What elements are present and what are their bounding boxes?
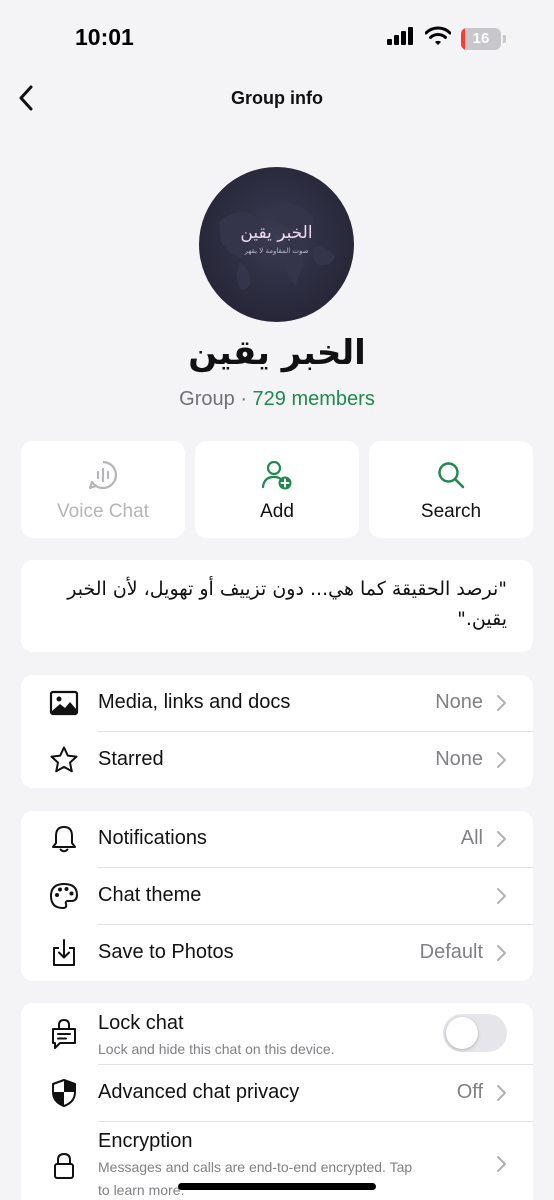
media-links-docs-row[interactable]: Media, links and docs None [21, 675, 533, 731]
battery-level: 16 [472, 30, 490, 47]
home-indicator [178, 1183, 376, 1190]
lock-chat-icon [49, 1018, 79, 1049]
status-icons: 16 [387, 26, 506, 51]
members-link[interactable]: 729 members [253, 388, 375, 410]
bell-icon [49, 824, 79, 854]
chevron-right-icon [497, 752, 506, 768]
lock-chat-label: Lock chat [98, 1012, 184, 1034]
chat-theme-row[interactable]: Chat theme [21, 868, 533, 924]
toggle-knob [446, 1017, 478, 1049]
settings-section: Notifications All Chat theme Save to Pho [21, 811, 533, 981]
add-label: Add [260, 501, 294, 522]
shield-icon [49, 1078, 79, 1108]
encryption-subtitle-line1: Messages and calls are end-to-end encryp… [98, 1159, 413, 1175]
group-name: الخبر يقين [188, 333, 366, 373]
chevron-right-icon [497, 1156, 506, 1172]
image-icon [49, 688, 79, 718]
group-meta: Group · 729 members [0, 388, 554, 411]
status-bar: 10:01 16 [0, 0, 554, 72]
notifications-label: Notifications [98, 827, 207, 849]
lock-chat-row: Lock chat Lock and hide this chat on thi… [21, 1003, 533, 1064]
add-person-icon [261, 460, 292, 490]
battery-body: 16 [461, 27, 501, 50]
lock-icon [49, 1151, 79, 1181]
privacy-section: Lock chat Lock and hide this chat on thi… [21, 1003, 533, 1200]
group-avatar[interactable]: الخبر يقين صوت المقاومة لا يقهر [199, 167, 354, 322]
battery-icon: 16 [461, 27, 506, 50]
notifications-value: All [460, 827, 483, 849]
voice-chat-icon [88, 460, 118, 490]
save-to-photos-row[interactable]: Save to Photos Default [21, 925, 533, 981]
voice-chat-label: Voice Chat [57, 501, 149, 522]
starred-row[interactable]: Starred None [21, 732, 533, 788]
battery-cap [503, 34, 506, 43]
palette-icon [49, 881, 79, 911]
download-icon [49, 938, 79, 968]
lock-chat-subtitle: Lock and hide this chat on this device. [98, 1041, 335, 1057]
media-links-docs-value: None [435, 691, 483, 713]
starred-label: Starred [98, 748, 164, 770]
status-time: 10:01 [75, 24, 134, 50]
chevron-right-icon [497, 945, 506, 961]
chevron-right-icon [497, 831, 506, 847]
search-button[interactable]: Search [369, 441, 533, 538]
add-button[interactable]: Add [195, 441, 359, 538]
group-type: Group [179, 388, 235, 410]
encryption-subtitle-line2: to learn more. [98, 1182, 185, 1198]
chevron-right-icon [497, 1085, 506, 1101]
notifications-row[interactable]: Notifications All [21, 811, 533, 867]
page-title: Group info [231, 88, 323, 108]
advanced-chat-privacy-value: Off [456, 1081, 483, 1103]
media-section: Media, links and docs None Starred None [21, 675, 533, 788]
nav-bar: Group info [0, 72, 554, 124]
avatar-logo-subtitle: صوت المقاومة لا يقهر [244, 247, 309, 255]
media-links-docs-label: Media, links and docs [98, 691, 291, 713]
advanced-chat-privacy-label: Advanced chat privacy [98, 1081, 300, 1103]
group-description[interactable]: "نرصد الحقيقة كما هي... دون تزييف أو تهو… [21, 560, 533, 652]
avatar-logo-text: الخبر يقين [240, 223, 313, 243]
save-to-photos-value: Default [419, 941, 483, 963]
chat-theme-label: Chat theme [98, 884, 202, 906]
chevron-right-icon [497, 695, 506, 711]
save-to-photos-label: Save to Photos [98, 941, 234, 963]
cellular-signal-icon [387, 27, 415, 50]
advanced-chat-privacy-row[interactable]: Advanced chat privacy Off [21, 1065, 533, 1121]
voice-chat-button[interactable]: Voice Chat [21, 441, 185, 538]
wifi-icon [424, 26, 452, 51]
chevron-right-icon [497, 888, 506, 904]
search-icon [438, 462, 465, 489]
meta-separator: · [234, 388, 253, 410]
encryption-label: Encryption [98, 1130, 193, 1152]
lock-chat-toggle[interactable] [443, 1014, 507, 1052]
starred-value: None [435, 748, 483, 770]
star-icon [49, 745, 79, 775]
world-map-graphic [219, 203, 335, 291]
battery-fill [461, 27, 465, 50]
search-label: Search [420, 501, 482, 522]
